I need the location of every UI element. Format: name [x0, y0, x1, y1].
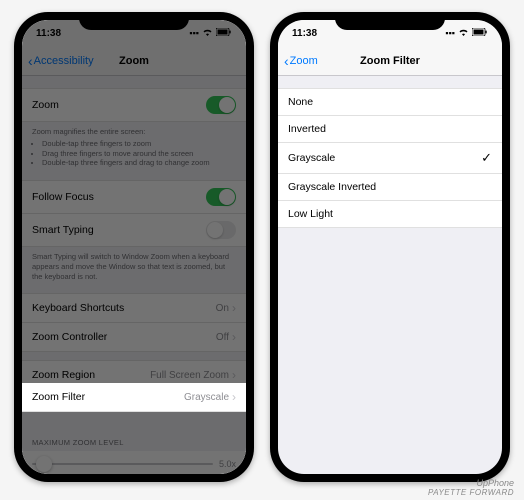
- wifi-icon: [202, 28, 213, 38]
- zoom-controller-value: Off: [216, 332, 229, 343]
- phone-right: 11:38 ▪▪▪ ‹ Zoom Zoom Filter: [270, 12, 510, 482]
- nav-bar: ‹ Accessibility Zoom: [22, 46, 246, 76]
- back-button[interactable]: ‹ Zoom: [284, 53, 318, 69]
- zoom-controller-label: Zoom Controller: [32, 331, 107, 343]
- max-zoom-slider-row[interactable]: 5.0x: [22, 451, 246, 474]
- zoom-filter-row[interactable]: Zoom Filter Grayscale ›: [22, 383, 246, 412]
- status-indicators: ▪▪▪: [189, 28, 232, 38]
- back-label: Accessibility: [34, 55, 94, 67]
- notch: [79, 12, 189, 30]
- chevron-right-icon: ›: [232, 301, 236, 315]
- status-time: 11:38: [292, 28, 317, 39]
- filter-option-inverted[interactable]: Inverted: [278, 116, 502, 143]
- filter-option-grayscale-inverted[interactable]: Grayscale Inverted: [278, 174, 502, 201]
- wifi-icon: [458, 28, 469, 38]
- follow-focus-label: Follow Focus: [32, 191, 94, 203]
- keyboard-shortcuts-row[interactable]: Keyboard Shortcuts On ›: [22, 293, 246, 323]
- keyboard-shortcuts-value: On: [216, 303, 229, 314]
- option-label: Low Light: [288, 208, 333, 220]
- chevron-left-icon: ‹: [284, 53, 289, 69]
- smart-typing-description: Smart Typing will switch to Window Zoom …: [22, 247, 246, 289]
- watermark: UpPhone PAYETTE FORWARD: [428, 479, 514, 498]
- slider-thumb[interactable]: [36, 456, 52, 472]
- max-zoom-value: 5.0x: [219, 459, 236, 469]
- chevron-right-icon: ›: [232, 368, 236, 382]
- nav-bar: ‹ Zoom Zoom Filter: [278, 46, 502, 76]
- zoom-description: Zoom magnifies the entire screen: Double…: [22, 122, 246, 176]
- option-label: Inverted: [288, 123, 326, 135]
- back-label: Zoom: [290, 55, 318, 67]
- filter-option-grayscale[interactable]: Grayscale ✓: [278, 143, 502, 174]
- option-label: None: [288, 96, 313, 108]
- follow-focus-row[interactable]: Follow Focus: [22, 180, 246, 214]
- max-zoom-header: MAXIMUM ZOOM LEVEL: [22, 428, 246, 451]
- zoom-region-label: Zoom Region: [32, 369, 95, 381]
- zoom-filter-label: Zoom Filter: [32, 391, 85, 403]
- status-indicators: ▪▪▪: [445, 28, 488, 38]
- keyboard-shortcuts-label: Keyboard Shortcuts: [32, 302, 124, 314]
- battery-icon: [216, 28, 232, 38]
- follow-focus-toggle[interactable]: [206, 188, 236, 206]
- zoom-filter-value: Grayscale: [184, 392, 229, 403]
- battery-icon: [472, 28, 488, 38]
- smart-typing-row[interactable]: Smart Typing: [22, 214, 246, 247]
- option-label: Grayscale: [288, 152, 335, 164]
- chevron-right-icon: ›: [232, 390, 236, 404]
- signal-icon: ▪▪▪: [445, 28, 455, 38]
- checkmark-icon: ✓: [481, 150, 492, 166]
- smart-typing-toggle[interactable]: [206, 221, 236, 239]
- chevron-left-icon: ‹: [28, 53, 33, 69]
- status-time: 11:38: [36, 28, 61, 39]
- phone-left: 11:38 ▪▪▪ ‹ Accessibility Zoom: [14, 12, 254, 482]
- filter-option-low-light[interactable]: Low Light: [278, 201, 502, 228]
- zoom-region-value: Full Screen Zoom: [150, 370, 229, 381]
- zoom-label: Zoom: [32, 99, 59, 111]
- zoom-controller-row[interactable]: Zoom Controller Off ›: [22, 323, 246, 352]
- notch: [335, 12, 445, 30]
- signal-icon: ▪▪▪: [189, 28, 199, 38]
- zoom-toggle-row[interactable]: Zoom: [22, 88, 246, 122]
- max-zoom-slider[interactable]: [32, 463, 213, 465]
- watermark-line2: PAYETTE FORWARD: [428, 489, 514, 498]
- zoom-toggle[interactable]: [206, 96, 236, 114]
- option-label: Grayscale Inverted: [288, 181, 376, 193]
- smart-typing-label: Smart Typing: [32, 224, 94, 236]
- chevron-right-icon: ›: [232, 330, 236, 344]
- back-button[interactable]: ‹ Accessibility: [28, 53, 94, 69]
- filter-option-none[interactable]: None: [278, 88, 502, 116]
